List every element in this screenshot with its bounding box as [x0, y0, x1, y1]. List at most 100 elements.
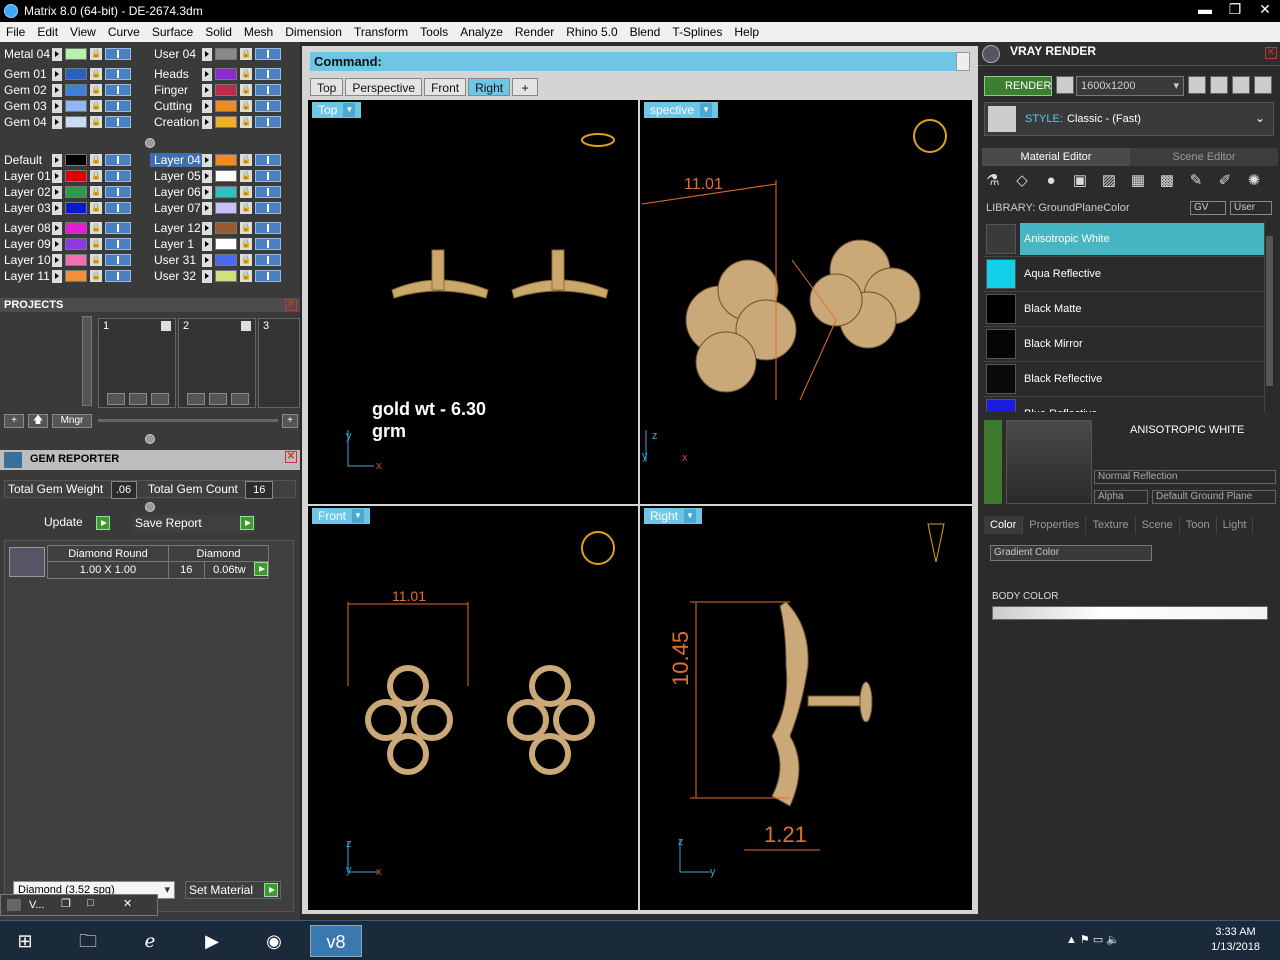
- tab-material-editor[interactable]: Material Editor: [982, 148, 1130, 166]
- menu-transform[interactable]: Transform: [348, 25, 414, 39]
- visibility-icon[interactable]: [105, 84, 131, 96]
- menu-help[interactable]: Help: [728, 25, 765, 39]
- visibility-icon[interactable]: [255, 84, 281, 96]
- explorer-icon[interactable]: 🗀: [62, 925, 114, 957]
- material-list-scrollbar[interactable]: [1264, 222, 1274, 412]
- lock-icon[interactable]: 🔒: [240, 100, 252, 112]
- layer-row[interactable]: Cutting 🔒: [150, 98, 295, 114]
- frame-buffer-icon[interactable]: [1210, 76, 1228, 94]
- visibility-icon[interactable]: [255, 202, 281, 214]
- media-player-icon[interactable]: ▶: [186, 925, 238, 957]
- gv-button[interactable]: GV: [1190, 201, 1226, 215]
- ie-icon[interactable]: ℯ: [124, 925, 176, 957]
- project-arrow-icon[interactable]: [241, 321, 251, 331]
- divider-handle-2[interactable]: [145, 434, 155, 444]
- mini-close-icon[interactable]: ✕: [123, 897, 132, 910]
- lock-icon[interactable]: 🔒: [90, 154, 102, 166]
- texture-icon[interactable]: ▦: [1127, 170, 1149, 192]
- lock-icon[interactable]: 🔒: [240, 68, 252, 80]
- viewport-perspective[interactable]: spective ▼ 11.01 z y x: [640, 100, 972, 504]
- layer-row[interactable]: Layer 11 🔒: [0, 268, 145, 284]
- lock-icon[interactable]: 🔒: [90, 116, 102, 128]
- lock-icon[interactable]: 🔒: [90, 202, 102, 214]
- lock-icon[interactable]: 🔒: [240, 270, 252, 282]
- hatch-icon[interactable]: ▨: [1098, 170, 1120, 192]
- start-button[interactable]: ⊞: [0, 925, 50, 957]
- divider-handle[interactable]: [145, 138, 155, 148]
- menu-analyze[interactable]: Analyze: [454, 25, 509, 39]
- visibility-icon[interactable]: [255, 68, 281, 80]
- layer-color-swatch[interactable]: [215, 186, 237, 198]
- visibility-icon[interactable]: [255, 238, 281, 250]
- lock-icon[interactable]: 🔒: [240, 170, 252, 182]
- visibility-icon[interactable]: [105, 254, 131, 266]
- lock-icon[interactable]: 🔒: [240, 48, 252, 60]
- tab-scene[interactable]: Scene: [1136, 516, 1180, 534]
- layer-color-swatch[interactable]: [215, 154, 237, 166]
- projects-close-icon[interactable]: ✕: [285, 299, 297, 311]
- lock-icon[interactable]: 🔒: [90, 238, 102, 250]
- gem-reporter-close-icon[interactable]: ✕: [285, 451, 297, 463]
- vray-close-icon[interactable]: ✕: [1265, 47, 1277, 59]
- minimize-button[interactable]: ▬: [1190, 0, 1220, 20]
- layer-expand-icon[interactable]: [202, 83, 212, 97]
- layer-row[interactable]: Layer 01 🔒: [0, 168, 145, 184]
- layer-expand-icon[interactable]: [52, 269, 62, 283]
- layer-expand-icon[interactable]: [202, 201, 212, 215]
- lock-icon[interactable]: 🔒: [90, 222, 102, 234]
- clock[interactable]: 3:33 AM 1/13/2018: [1211, 925, 1260, 955]
- visibility-icon[interactable]: [105, 48, 131, 60]
- visibility-icon[interactable]: [255, 222, 281, 234]
- layer-row[interactable]: User 04 🔒: [150, 46, 295, 62]
- visibility-icon[interactable]: [255, 270, 281, 282]
- layer-expand-icon[interactable]: [202, 237, 212, 251]
- menu-mesh[interactable]: Mesh: [238, 25, 279, 39]
- tab-color[interactable]: Color: [984, 516, 1024, 534]
- layer-color-swatch[interactable]: [65, 254, 87, 266]
- layer-expand-icon[interactable]: [52, 221, 62, 235]
- lock-icon[interactable]: 🔒: [240, 154, 252, 166]
- layer-color-swatch[interactable]: [65, 238, 87, 250]
- visibility-icon[interactable]: [105, 222, 131, 234]
- rewind-icon[interactable]: [1188, 76, 1206, 94]
- visibility-icon[interactable]: [105, 270, 131, 282]
- save-report-button[interactable]: [240, 516, 254, 530]
- layer-color-swatch[interactable]: [215, 116, 237, 128]
- layer-row[interactable]: User 31 🔒: [150, 252, 295, 268]
- layer-row[interactable]: Gem 01 🔒: [0, 66, 145, 82]
- divider-handle-3[interactable]: [145, 502, 155, 512]
- visibility-icon[interactable]: [255, 116, 281, 128]
- manager-button[interactable]: Mngr: [52, 414, 92, 428]
- material-item[interactable]: Anisotropic White: [984, 222, 1264, 257]
- visibility-icon[interactable]: [105, 116, 131, 128]
- layer-color-swatch[interactable]: [65, 84, 87, 96]
- matrix-app-icon[interactable]: v8: [310, 925, 362, 957]
- projects-slider[interactable]: [98, 419, 278, 422]
- tab-front[interactable]: Front: [424, 78, 467, 96]
- visibility-icon[interactable]: [255, 170, 281, 182]
- layer-row[interactable]: Layer 12 🔒: [150, 220, 295, 236]
- visibility-icon[interactable]: [105, 170, 131, 182]
- layer-expand-icon[interactable]: [202, 253, 212, 267]
- reflection-select[interactable]: Normal Reflection: [1094, 470, 1276, 484]
- brush-icon[interactable]: ✐: [1214, 170, 1236, 192]
- layer-color-swatch[interactable]: [65, 202, 87, 214]
- flask-icon[interactable]: ⚗: [982, 170, 1004, 192]
- tab-light[interactable]: Light: [1217, 516, 1254, 534]
- checker-icon[interactable]: ▩: [1156, 170, 1178, 192]
- layer-color-swatch[interactable]: [65, 170, 87, 182]
- layer-row[interactable]: Layer 06 🔒: [150, 184, 295, 200]
- projects-scrollbar[interactable]: [82, 316, 92, 406]
- lock-icon[interactable]: 🔒: [240, 84, 252, 96]
- layer-expand-icon[interactable]: [202, 153, 212, 167]
- visibility-icon[interactable]: [105, 68, 131, 80]
- layer-expand-icon[interactable]: [202, 47, 212, 61]
- menu-view[interactable]: View: [64, 25, 102, 39]
- menu-blend[interactable]: Blend: [624, 25, 667, 39]
- render-button[interactable]: RENDER: [984, 76, 1052, 96]
- lock-icon[interactable]: 🔒: [90, 186, 102, 198]
- list-icon[interactable]: [1232, 76, 1250, 94]
- mini-maximize-icon[interactable]: □: [87, 897, 94, 909]
- square-icon[interactable]: ▣: [1069, 170, 1091, 192]
- material-item[interactable]: Black Reflective: [984, 362, 1264, 397]
